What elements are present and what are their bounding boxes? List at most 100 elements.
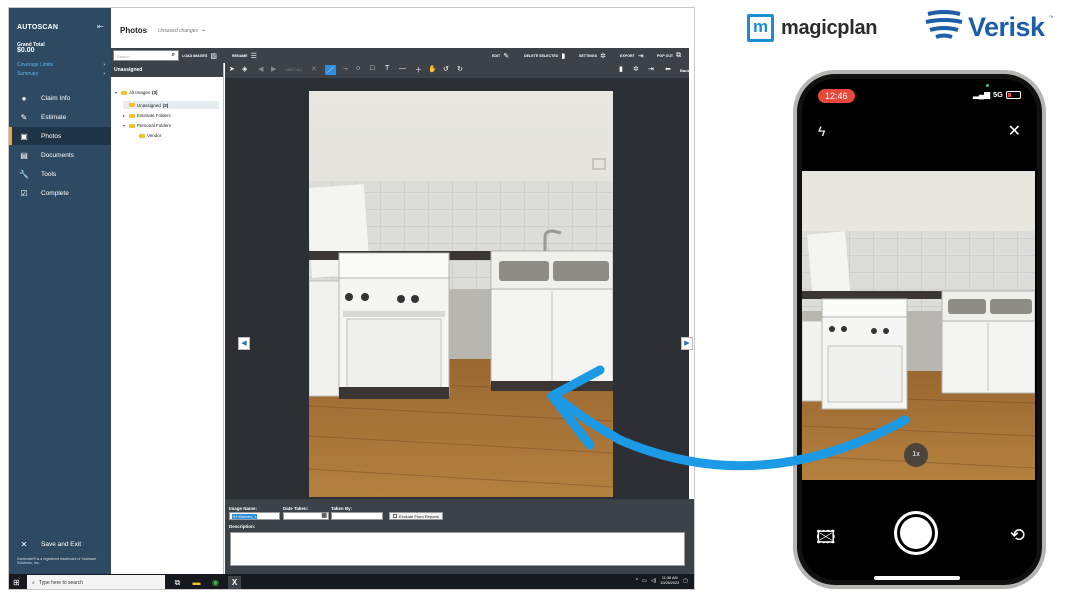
nav-claim-info[interactable]: ● Claim Info xyxy=(9,89,111,107)
tree-item-unassigned[interactable]: Unassigned (3) xyxy=(123,101,219,109)
expand-icon[interactable]: ▾ xyxy=(123,123,127,128)
checkbox-icon xyxy=(393,514,397,518)
settings-button[interactable]: SETTINGS ✲ xyxy=(579,48,606,63)
smartphone: 12:46 ▂▄▆ 5G ϟ ✕ 1x 🖾 ⟲ xyxy=(793,70,1046,589)
shutter-button[interactable] xyxy=(894,511,938,555)
volume-icon[interactable]: ◁) xyxy=(651,578,657,584)
signal-icon: ▂▄▆ xyxy=(973,90,990,99)
file-explorer-icon[interactable]: ▬ xyxy=(190,576,203,589)
close-icon: ✕ xyxy=(20,539,28,549)
summary-link[interactable]: Summary › xyxy=(17,71,105,77)
back-button[interactable]: Back xyxy=(680,68,690,73)
undo-all-button[interactable]: UNDO ALL xyxy=(285,68,303,72)
eraser-icon[interactable]: ◈ xyxy=(242,65,247,73)
taken-by-input[interactable] xyxy=(331,512,383,520)
save-and-exit-label: Save and Exit xyxy=(41,540,82,548)
close-icon[interactable]: ✕ xyxy=(1008,121,1021,141)
chrome-icon[interactable]: ◉ xyxy=(209,576,222,589)
tree-item-vendor[interactable]: Vendor xyxy=(139,133,161,138)
export-icon: ⇥ xyxy=(637,52,644,60)
clear-icon[interactable]: ✕ xyxy=(311,65,317,73)
coverage-limits-link[interactable]: Coverage Limits › xyxy=(17,62,105,68)
rectangle-tool-icon[interactable]: □ xyxy=(370,65,374,72)
pencil-icon: ✎ xyxy=(503,52,510,60)
nav-tools[interactable]: 🔧 Tools xyxy=(9,165,111,183)
export-button[interactable]: EXPORT ⇥ xyxy=(620,48,644,63)
export-icon[interactable]: ⇥ xyxy=(648,65,654,73)
list-icon: ☰ xyxy=(250,52,257,60)
search-input[interactable]: Search ⌕ xyxy=(113,50,179,61)
pop-out-button[interactable]: POP OUT ⧉ xyxy=(657,48,681,63)
network-icon[interactable]: ▭ xyxy=(642,578,647,584)
save-and-exit-button[interactable]: ✕ Save and Exit xyxy=(9,538,111,550)
gear-icon[interactable]: ✲ xyxy=(633,65,639,73)
folder-icon xyxy=(129,103,135,107)
image-name-input[interactable]: 01 Kitchen_1 xyxy=(229,512,280,520)
chevron-right-icon: › xyxy=(103,71,105,77)
zoom-level-button[interactable]: 1x xyxy=(904,443,928,467)
exclude-from-reports-checkbox[interactable]: Exclude From Reports xyxy=(389,512,443,520)
date-taken-input[interactable]: ▦ xyxy=(283,512,329,520)
tree-item-all-images[interactable]: ▾ All Images (3) xyxy=(115,90,158,95)
notifications-icon[interactable]: ▢ xyxy=(683,578,688,584)
composite-image: AUTOSCAN ⇤ Grand Total $0.00 Coverage Li… xyxy=(0,0,1067,601)
rename-button[interactable]: RENAME ☰ xyxy=(232,48,257,63)
previous-icon[interactable]: ◀ xyxy=(258,65,263,73)
expand-icon[interactable]: ▸ xyxy=(123,113,127,118)
gallery-icon[interactable]: 🖾 xyxy=(816,525,836,555)
pop-out-label: POP OUT xyxy=(657,53,674,58)
tree-item-personal-folders[interactable]: ▾ Personal Folders xyxy=(123,123,171,128)
taskbar-search-input[interactable]: ⌕ Type here to search xyxy=(27,575,165,589)
rotate-right-icon[interactable]: ↻ xyxy=(457,65,463,73)
clock[interactable]: 11:38 AM 10/26/2022 xyxy=(660,576,679,586)
hand-icon[interactable]: ✋ xyxy=(428,65,437,73)
kitchen-photo xyxy=(309,91,613,497)
pointer-icon[interactable]: ➤ xyxy=(229,65,235,73)
image-edit-toolbar: ➤ ◈ ◀ ▶ UNDO ALL ✕ ／ → ○ □ T — ＋ ✋ ↺ ↻ ▮… xyxy=(225,63,690,78)
arrow-tool-icon[interactable]: → xyxy=(342,65,349,72)
wrench-icon: 🔧 xyxy=(19,169,29,179)
nav-complete[interactable]: ☑ Complete xyxy=(9,184,111,202)
xactimate-icon[interactable]: X xyxy=(228,576,241,589)
chevron-up-icon[interactable]: ^ xyxy=(636,578,638,584)
summary-label: Summary xyxy=(17,71,39,77)
back-arrow-icon[interactable]: ⬅ xyxy=(665,65,671,73)
image-name-value: 01 Kitchen_1 xyxy=(232,514,258,519)
status-icons: ▂▄▆ 5G xyxy=(973,90,1021,99)
load-images-button[interactable]: LOAD IMAGES ▨ xyxy=(182,48,217,63)
verisk-logo: Verisk ™ xyxy=(924,10,1054,44)
next-image-button[interactable]: ▶ xyxy=(681,337,693,350)
nav-documents[interactable]: ▤ Documents xyxy=(9,146,111,164)
dash-tool-icon[interactable]: — xyxy=(399,65,406,72)
nav-estimate[interactable]: ✎ Estimate xyxy=(9,108,111,126)
collapse-sidebar-icon[interactable]: ⇤ xyxy=(97,22,104,31)
folder-tree-panel: Unassigned ▾ All Images (3) Unassigned (… xyxy=(111,63,224,574)
kitchen-photo-image xyxy=(309,91,613,497)
task-view-icon[interactable]: ⧉ xyxy=(171,576,184,589)
trash-icon: ▮ xyxy=(561,52,566,60)
previous-image-button[interactable]: ◀ xyxy=(238,337,250,350)
zoom-plus-icon[interactable]: ＋ xyxy=(415,65,422,75)
tree-item-label: Personal Folders xyxy=(137,123,172,128)
next-icon[interactable]: ▶ xyxy=(271,65,276,73)
circle-tool-icon[interactable]: ○ xyxy=(356,65,360,72)
description-textarea[interactable] xyxy=(230,532,685,566)
flip-camera-icon[interactable]: ⟲ xyxy=(1010,525,1025,546)
camera-screen: 12:46 ▂▄▆ 5G ϟ ✕ 1x 🖾 ⟲ xyxy=(802,79,1037,580)
nav-photos[interactable]: ▣ Photos xyxy=(9,127,111,145)
windows-start-icon[interactable]: ⊞ xyxy=(13,578,20,587)
flash-off-icon[interactable]: ϟ xyxy=(818,123,825,139)
text-tool-icon[interactable]: T xyxy=(385,65,389,72)
edit-button[interactable]: EDIT ✎ xyxy=(492,48,509,63)
tree-item-estimate-folders[interactable]: ▸ Estimate Folders xyxy=(123,113,171,118)
verisk-wordmark: Verisk xyxy=(968,11,1045,42)
nav-label: Claim Info xyxy=(41,94,71,102)
rotate-left-icon[interactable]: ↺ xyxy=(443,65,449,73)
system-tray: ^ ▭ ◁) 11:38 AM 10/26/2022 ▢ xyxy=(636,576,688,586)
delete-selected-button[interactable]: DELETE SELECTED ▮ xyxy=(524,48,565,63)
calendar-icon[interactable]: ▦ xyxy=(321,512,327,519)
expand-icon[interactable]: ▾ xyxy=(115,90,119,95)
chevron-down-icon[interactable]: ⌄ xyxy=(201,26,206,33)
line-tool-icon[interactable]: ／ xyxy=(325,65,336,75)
trash-icon[interactable]: ▮ xyxy=(619,65,623,73)
